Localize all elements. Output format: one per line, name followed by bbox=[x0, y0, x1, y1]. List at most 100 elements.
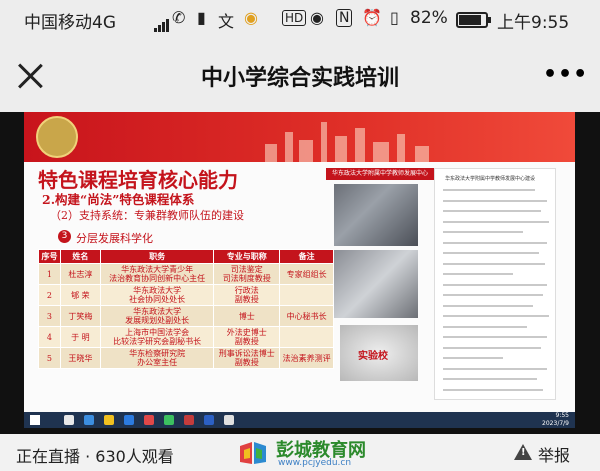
app-icon bbox=[124, 415, 134, 425]
table-cell: 郇 荣 bbox=[59, 284, 101, 306]
table-body: 1 杜志淳 华东政法大学青少年 法治教育协同创新中心主任 司法鉴定 司法制度教授 专家组… bbox=[38, 263, 334, 369]
document-line bbox=[443, 378, 537, 380]
document-line bbox=[443, 294, 543, 296]
battery-icon bbox=[456, 12, 491, 28]
staff-table: 序号 姓名 职务 专业与职称 备注 1 杜志淳 华东政法大学青少年 法治教育协同创新… bbox=[38, 249, 334, 369]
document-line bbox=[443, 325, 527, 328]
table-cell: 王晓华 bbox=[59, 347, 101, 369]
table-cell: 司法鉴定 司法制度教授 bbox=[213, 263, 281, 285]
eye-icon: ◉ bbox=[310, 8, 324, 27]
column-header: 序号 bbox=[38, 249, 61, 264]
document-line bbox=[443, 262, 545, 265]
document-line bbox=[443, 304, 533, 307]
column-header: 专业与职称 bbox=[213, 249, 281, 264]
document-line bbox=[443, 273, 513, 275]
document-line bbox=[443, 367, 547, 370]
document-line bbox=[443, 199, 547, 202]
slide-section: （2）支持系统：专兼群教师队伍的建设 bbox=[50, 209, 244, 222]
table-cell: 法治素养测评 bbox=[279, 347, 334, 369]
powerpoint-icon bbox=[184, 415, 194, 425]
table-cell: 华东检察研究院 办公室主任 bbox=[99, 347, 215, 369]
taskbar-time: 9:55 bbox=[555, 412, 569, 419]
windows-start-icon bbox=[30, 415, 40, 425]
table-cell: 丁笑梅 bbox=[59, 305, 101, 327]
document-line bbox=[443, 189, 535, 191]
table-cell: 4 bbox=[38, 326, 61, 348]
translate-icon: 文 bbox=[218, 12, 235, 31]
table-cell: 行政法 副教授 bbox=[213, 284, 281, 306]
status-bar: 中国移动4G ✆ ▮ 文 ◉ HD ◉ N ⏰ ▯ 82% 上午9:55 bbox=[0, 0, 600, 40]
plaque-image: 实验校 bbox=[340, 325, 418, 381]
city-skyline-image bbox=[255, 116, 455, 162]
table-cell: 3 bbox=[38, 305, 61, 327]
page-title: 中小学综合实践培训 bbox=[200, 66, 399, 91]
signal-icon bbox=[154, 12, 170, 32]
title-bar: 中小学综合实践培训 ••• bbox=[0, 40, 600, 112]
nfc-icon: N bbox=[336, 9, 353, 27]
layer-heading: 分层发展科学化 bbox=[76, 232, 153, 245]
brand-watermark: 彭城教育网 www.pcjyedu.cn bbox=[238, 436, 368, 469]
alarm-icon: ⏰ bbox=[362, 8, 382, 27]
edge-icon bbox=[84, 415, 94, 425]
table-cell bbox=[279, 326, 334, 348]
slide-header bbox=[24, 112, 575, 162]
plaque-text: 实验校 bbox=[358, 351, 388, 362]
table-cell: 博士 bbox=[213, 305, 281, 327]
table-cell: 杜志淳 bbox=[59, 263, 101, 285]
brand-url: www.pcjyedu.cn bbox=[278, 458, 352, 468]
clock: 上午9:55 bbox=[497, 13, 570, 33]
bottom-bar: 正在直播 · 630人观看 彭城教育网 www.pcjyedu.cn 举报 bbox=[0, 434, 600, 471]
table-cell: 中心秘书长 bbox=[279, 305, 334, 327]
live-viewer-count: 正在直播 · 630人观看 bbox=[16, 447, 174, 466]
column-header: 姓名 bbox=[59, 249, 101, 264]
document-line bbox=[443, 231, 523, 233]
table-cell: 于 明 bbox=[59, 326, 101, 348]
school-logo bbox=[36, 116, 78, 158]
hd-icon: HD bbox=[282, 10, 307, 26]
presentation-slide: 特色课程培育核心能力 2.构建“尚法”特色课程体系 （2）支持系统：专兼群教师队… bbox=[24, 112, 575, 428]
vibrate-icon: ▯ bbox=[390, 8, 399, 27]
table-row: 3 丁笑梅 华东政法大学 发展规划处副处长 博士 中心秘书长 bbox=[38, 305, 334, 327]
more-options-button[interactable]: ••• bbox=[543, 62, 588, 87]
document-line bbox=[443, 357, 503, 359]
document-line bbox=[443, 252, 539, 254]
table-row: 1 杜志淳 华东政法大学青少年 法治教育协同创新中心主任 司法鉴定 司法制度教授 专家组… bbox=[38, 263, 334, 285]
sim-icon: ▮ bbox=[197, 8, 206, 27]
slide-subtitle: 2.构建“尚法”特色课程体系 bbox=[42, 192, 195, 207]
report-label: 举报 bbox=[538, 446, 571, 465]
call-icon: ✆ bbox=[172, 8, 186, 27]
live-video[interactable]: 特色课程培育核心能力 2.构建“尚法”特色课程体系 （2）支持系统：专兼群教师队… bbox=[0, 112, 600, 434]
table-cell: 刑事诉讼法博士 副教授 bbox=[213, 347, 281, 369]
book-logo-icon bbox=[240, 442, 266, 464]
meeting-photo bbox=[334, 184, 418, 246]
taskbar-clock: 9:55 2023/7/9 bbox=[542, 412, 569, 428]
table-cell bbox=[279, 284, 334, 306]
document-line bbox=[443, 346, 541, 349]
carrier-label: 中国移动4G bbox=[24, 13, 116, 33]
photo-caption: 华东政法大学附属中学教师发展中心 bbox=[326, 168, 434, 180]
table-cell: 华东政法大学 发展规划处副处长 bbox=[99, 305, 215, 327]
table-cell: 1 bbox=[38, 263, 61, 285]
table-cell: 华东政法大学青少年 法治教育协同创新中心主任 bbox=[99, 263, 215, 285]
app-icon bbox=[224, 415, 234, 425]
table-cell: 上海市中国法学会 比较法学研究会副秘书长 bbox=[99, 326, 215, 348]
app-icon: ◉ bbox=[244, 8, 258, 27]
table-cell: 专家组组长 bbox=[279, 263, 334, 285]
document-line bbox=[443, 210, 541, 212]
table-row: 2郇 荣华东政法大学 社会协同处处长 行政法 副教授 bbox=[38, 284, 334, 306]
word-icon bbox=[204, 415, 214, 425]
document-line bbox=[443, 388, 543, 391]
table-row: 5 王晓华 华东检察研究院 办公室主任 刑事诉讼法博士 副教授 法治素养测评 bbox=[38, 347, 334, 369]
document-title: 华东政法大学附属中学教师发展中心建设 bbox=[445, 176, 536, 182]
layer-number-badge: 3 bbox=[58, 230, 71, 243]
wechat-icon bbox=[164, 415, 174, 425]
column-header: 备注 bbox=[279, 249, 334, 264]
document-page: 华东政法大学附属中学教师发展中心建设 bbox=[434, 168, 556, 400]
table-cell: 外法史博士 副教授 bbox=[213, 326, 281, 348]
search-icon bbox=[64, 415, 74, 425]
table-cell: 5 bbox=[38, 347, 61, 369]
battery-percent: 82% bbox=[410, 8, 448, 28]
document-line bbox=[443, 283, 547, 286]
document-line bbox=[443, 336, 547, 338]
windows-taskbar: 9:55 2023/7/9 bbox=[24, 412, 575, 428]
